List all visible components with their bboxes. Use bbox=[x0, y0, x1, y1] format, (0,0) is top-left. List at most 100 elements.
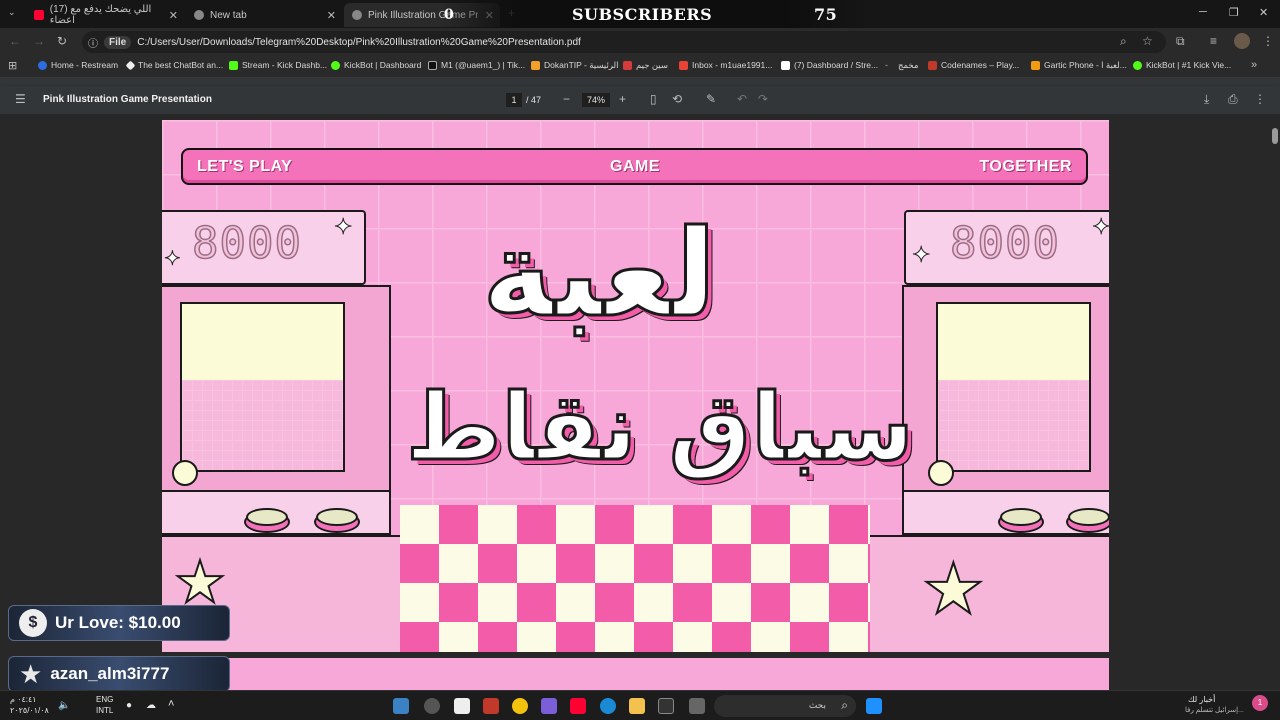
news-title[interactable]: أخبار لك bbox=[1188, 695, 1215, 704]
cloud-icon[interactable]: ☁ bbox=[146, 700, 156, 711]
maximize-icon[interactable]: ❐ bbox=[1229, 6, 1239, 19]
annotate-icon[interactable]: ✎ bbox=[706, 92, 716, 106]
seen-jeem-icon bbox=[623, 61, 632, 70]
page-input[interactable]: 1 bbox=[506, 93, 522, 107]
tab-title: (17) اللي يضحك يدفع مع اعضاء bbox=[49, 4, 152, 26]
scrollbar-thumb[interactable] bbox=[1272, 128, 1278, 144]
windows-start-icon[interactable] bbox=[866, 698, 882, 714]
slide-title-line1: لعبة bbox=[481, 205, 719, 344]
window-close-icon[interactable]: ✕ bbox=[1259, 6, 1268, 19]
checker-floor bbox=[400, 505, 870, 652]
close-icon[interactable]: ✕ bbox=[327, 9, 336, 22]
bookmark-kickbot-viewer[interactable]: KickBot | #1 Kick Vie... bbox=[1133, 60, 1231, 70]
minimize-icon[interactable]: ─ bbox=[1199, 6, 1207, 18]
tray-chevron-icon[interactable]: ˄ bbox=[168, 698, 174, 710]
download-icon[interactable]: ⤓ bbox=[1204, 92, 1209, 107]
bookmark-seen-jeem[interactable]: سين جيم bbox=[623, 60, 668, 71]
chatbot-icon bbox=[125, 60, 136, 70]
chrome-icon[interactable] bbox=[512, 698, 528, 714]
kickbot-icon bbox=[331, 60, 340, 70]
arcade-button bbox=[1000, 508, 1042, 526]
pdf-title: Pink Illustration Game Presentation bbox=[43, 94, 212, 105]
joystick-icon bbox=[928, 460, 954, 486]
zoom-in-icon[interactable]: + bbox=[619, 92, 626, 106]
lang-code[interactable]: ENG bbox=[96, 695, 113, 704]
slide-page-1: LET'S PLAY GAME TOGETHER 8000 ✦ ✦ ★ 8000… bbox=[162, 120, 1109, 652]
youtube-icon[interactable] bbox=[570, 698, 586, 714]
more-icon[interactable]: ⋮ bbox=[1254, 92, 1266, 106]
fit-page-icon[interactable]: ▯ bbox=[650, 92, 657, 106]
extensions-icon[interactable]: ⧉ bbox=[1176, 34, 1185, 49]
donation-text: Ur Love: $10.00 bbox=[55, 613, 181, 632]
bookmark-kickbot[interactable]: KickBot | Dashboard bbox=[331, 60, 421, 70]
star-icon[interactable]: ☆ bbox=[1142, 34, 1153, 48]
subscribers-label: SUBSCRIBERS bbox=[572, 5, 713, 24]
bookmark-dashboard[interactable]: (7) Dashboard / Stre... bbox=[781, 60, 878, 70]
clock-date: ٢٠٢٥/٠١/٠٨ bbox=[10, 706, 49, 715]
forward-icon[interactable]: → bbox=[33, 34, 45, 48]
right-cabinet-base bbox=[868, 535, 1109, 652]
clock-time: ٠٤:٤١ م bbox=[10, 695, 37, 704]
info-icon[interactable]: ⓘ bbox=[88, 35, 98, 50]
menu-icon[interactable]: ⋮ bbox=[1262, 34, 1274, 48]
address-bar[interactable]: ⓘ File C:/Users/User/Downloads/Telegram%… bbox=[82, 31, 1166, 53]
zoom-input[interactable]: 74% bbox=[582, 93, 610, 107]
more-bookmarks-icon[interactable]: » bbox=[1251, 59, 1257, 71]
file-chip: File bbox=[104, 35, 132, 49]
tab-new[interactable]: New tab ✕ bbox=[186, 3, 342, 27]
bookmark-tiktok[interactable]: M1 (@uaem1_) | Tik... bbox=[428, 60, 525, 70]
print-icon[interactable]: ⎙ bbox=[1228, 92, 1238, 107]
rotate-icon[interactable]: ⟲ bbox=[672, 92, 682, 106]
donation-alert: $ Ur Love: $10.00 bbox=[8, 605, 230, 641]
bookmark-kick-stream[interactable]: Stream - Kick Dashb... bbox=[229, 60, 327, 70]
apps-icon[interactable]: ⊞ bbox=[8, 59, 17, 72]
redo-icon[interactable]: ↷ bbox=[758, 92, 768, 106]
folder-icon[interactable] bbox=[629, 698, 645, 714]
bookmark-gartic[interactable]: Gartic Phone - لعبة ا... bbox=[1031, 60, 1127, 71]
bookmark-restream[interactable]: Home - Restream bbox=[38, 60, 118, 70]
back-icon[interactable]: ← bbox=[9, 34, 21, 48]
pdf-viewer[interactable]: LET'S PLAY GAME TOGETHER 8000 ✦ ✦ ★ 8000… bbox=[0, 114, 1280, 690]
reload-icon[interactable]: ↻ bbox=[57, 34, 67, 48]
zoom-out-icon[interactable]: − bbox=[563, 92, 570, 106]
store-icon[interactable] bbox=[658, 698, 674, 714]
app-icon[interactable] bbox=[483, 698, 499, 714]
url-text[interactable]: C:/Users/User/Downloads/Telegram%20Deskt… bbox=[137, 37, 581, 48]
bookmark-mukhmij[interactable]: - مخمج bbox=[885, 60, 918, 71]
tiktok-icon bbox=[428, 60, 437, 70]
banner-center: GAME bbox=[610, 158, 660, 175]
undo-icon[interactable]: ↶ bbox=[737, 92, 747, 106]
bookmark-label: (7) Dashboard / Stre... bbox=[794, 60, 879, 70]
app-icon[interactable] bbox=[424, 698, 440, 714]
arcade-button bbox=[246, 508, 288, 526]
zoom-icon[interactable]: ⌕ bbox=[1120, 34, 1127, 49]
mic-icon[interactable]: ● bbox=[126, 700, 132, 711]
star-icon: ★ bbox=[19, 658, 43, 689]
notification-badge[interactable]: 1 bbox=[1252, 695, 1268, 711]
tab-search-icon[interactable]: ⌄ bbox=[8, 7, 16, 18]
globe-icon bbox=[352, 10, 362, 20]
bookmark-dokantip[interactable]: DokanTIP - الرئيسية bbox=[531, 60, 618, 71]
bookmark-gmail[interactable]: Inbox - m1uae1991... bbox=[679, 60, 772, 70]
sparkle-icon: ✦ bbox=[911, 242, 931, 268]
app-icon[interactable] bbox=[454, 698, 470, 714]
copilot-icon[interactable] bbox=[541, 698, 557, 714]
restream-icon bbox=[38, 60, 47, 70]
edge-icon[interactable] bbox=[600, 698, 616, 714]
media-icon[interactable]: ≡ bbox=[1210, 34, 1217, 48]
close-icon[interactable]: ✕ bbox=[169, 9, 178, 22]
app-icon[interactable] bbox=[393, 698, 409, 714]
bookmark-label: DokanTIP - الرئيسية bbox=[544, 60, 619, 70]
avatar[interactable] bbox=[1234, 33, 1250, 49]
search-box[interactable]: بحث ⌕ bbox=[714, 695, 856, 717]
tab-youtube[interactable]: (17) اللي يضحك يدفع مع اعضاء ✕ bbox=[26, 3, 184, 27]
app-icon[interactable] bbox=[689, 698, 705, 714]
pdf-toolbar: ☰ Pink Illustration Game Presentation 1 … bbox=[0, 86, 1280, 114]
tab-strip: ⌄ (17) اللي يضحك يدفع مع اعضاء ✕ New tab… bbox=[0, 0, 1280, 28]
volume-icon[interactable]: 🔈 bbox=[58, 700, 70, 711]
bookmark-chatbot[interactable]: The best ChatBot an... bbox=[125, 60, 223, 70]
hamburger-icon[interactable]: ☰ bbox=[15, 92, 26, 106]
bookmark-codenames[interactable]: Codenames – Play... bbox=[928, 60, 1019, 70]
tetris-blocks bbox=[938, 380, 1089, 470]
bookmark-label: Gartic Phone - لعبة ا... bbox=[1044, 60, 1127, 70]
